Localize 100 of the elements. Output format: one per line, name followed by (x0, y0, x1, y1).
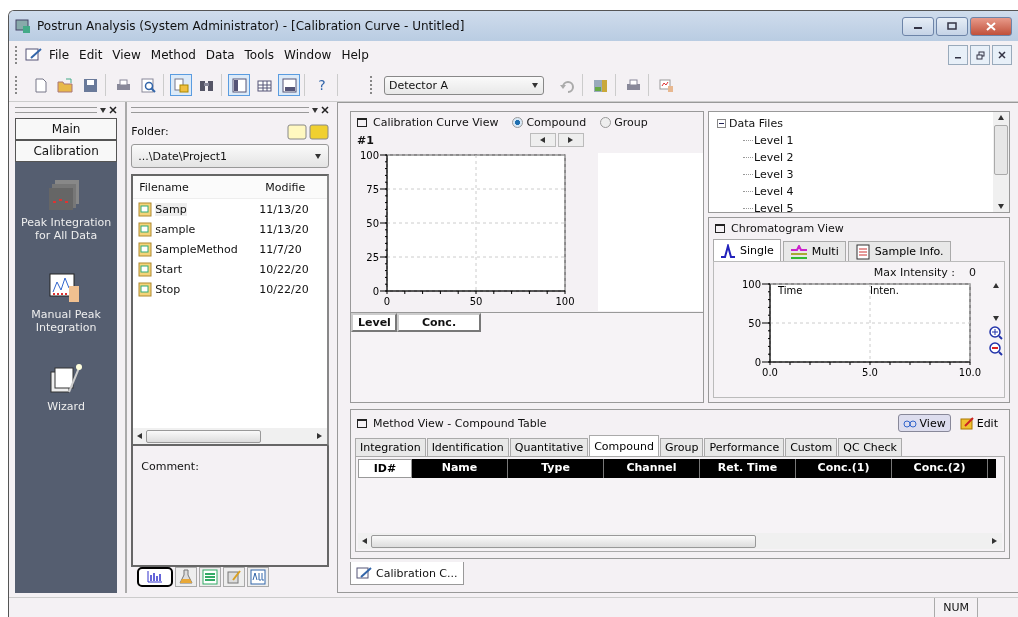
help-button[interactable]: ? (311, 74, 333, 96)
panel-icon[interactable] (228, 74, 250, 96)
arrow-down-icon[interactable] (992, 314, 1000, 322)
flask-tab-icon[interactable] (175, 567, 198, 587)
file-date: 10/22/20 (259, 262, 310, 276)
document-tab[interactable]: Calibration C... (350, 562, 464, 585)
menu-item[interactable]: Method (146, 46, 200, 64)
menu-item[interactable]: Tools (240, 46, 279, 64)
collapse-icon[interactable] (717, 119, 726, 128)
close-icon[interactable] (321, 106, 329, 114)
arrow-left-icon[interactable] (136, 432, 145, 440)
column-header[interactable]: Type (508, 459, 604, 478)
horizontal-scrollbar[interactable] (358, 533, 1002, 549)
radio-button[interactable] (512, 117, 524, 128)
peak-icon (720, 243, 736, 258)
menu-item[interactable]: Window (280, 46, 336, 64)
tree-item[interactable]: Level 5 (754, 200, 794, 217)
magic-wand-icon (49, 362, 84, 396)
column-header[interactable]: Modifie (259, 180, 320, 194)
tick-label: 50 (469, 296, 483, 307)
view-tab[interactable]: Sample Info. (847, 241, 951, 261)
arrow-down-icon[interactable] (997, 202, 1005, 210)
detector-dropdown[interactable]: Detector A (384, 75, 544, 95)
file-name[interactable]: Start (155, 262, 183, 276)
close-button[interactable] (992, 45, 1012, 65)
tab[interactable]: QC Check (838, 438, 902, 456)
minimize-button[interactable] (902, 16, 934, 36)
column-header[interactable]: Conc.(2) (892, 459, 988, 478)
horizontal-scrollbar[interactable] (133, 428, 327, 444)
column-header[interactable]: Level (351, 313, 397, 332)
tree-item[interactable]: Level 1 (754, 132, 794, 149)
column-label: Time (778, 285, 803, 296)
column-header[interactable]: Ret. Time (700, 459, 796, 478)
tick-label: 0 (754, 357, 761, 368)
arrow-up-icon[interactable] (992, 282, 1000, 290)
arrow-right-icon[interactable] (991, 537, 999, 545)
folder-dropdown[interactable]: ...\Date\Project1 (131, 144, 329, 168)
tab[interactable]: Quantitative (509, 438, 589, 456)
nav-item-label[interactable]: Wizard (47, 400, 85, 413)
tree-item[interactable]: Level 2 (754, 149, 794, 166)
menu-item[interactable]: Edit (75, 46, 107, 64)
tab[interactable]: Compound (589, 435, 659, 456)
radio-label[interactable]: Group (614, 116, 648, 129)
column-header[interactable]: Filename (133, 180, 260, 194)
all-tab-icon[interactable] (247, 567, 270, 587)
next-button[interactable] (557, 133, 584, 147)
tree-item[interactable]: Data Files (729, 115, 783, 132)
maximize-button[interactable] (936, 16, 968, 36)
chart-tab-icon[interactable] (137, 567, 174, 587)
menu-item[interactable]: View (108, 46, 145, 64)
arrow-left-icon[interactable] (361, 537, 369, 545)
edit-button[interactable]: Edit (954, 414, 1003, 432)
view-button[interactable]: View (897, 414, 951, 432)
bar-chart-icon[interactable] (278, 74, 300, 96)
nav-item-label[interactable]: Peak Integration for All Data (18, 216, 115, 242)
column-header[interactable]: Channel (604, 459, 700, 478)
zoom-out-icon[interactable] (989, 342, 1003, 356)
tab[interactable]: Integration (355, 438, 426, 456)
tab[interactable]: Custom (785, 438, 838, 456)
radio-label[interactable]: Compound (526, 116, 587, 129)
document-icon (138, 221, 153, 237)
file-name[interactable]: SampleMethod (155, 242, 238, 256)
nav-tab[interactable]: Main (15, 118, 118, 140)
tree-item[interactable]: Level 3 (754, 166, 794, 183)
column-header[interactable]: Conc. (397, 313, 481, 332)
arrow-up-icon[interactable] (997, 114, 1005, 122)
tick-label: 0 (372, 286, 379, 297)
column-header[interactable]: Name (412, 459, 508, 478)
column-header[interactable]: Conc.(1) (796, 459, 892, 478)
menu-item[interactable]: Help (337, 46, 373, 64)
files-icon[interactable] (170, 74, 192, 96)
tree-item[interactable]: Level 4 (754, 183, 794, 200)
file-name[interactable]: Stop (155, 282, 181, 296)
column-header[interactable]: ID# (358, 459, 412, 478)
restore-button[interactable] (970, 45, 990, 65)
vertical-scrollbar[interactable] (993, 112, 1009, 212)
menu-item[interactable]: Data (201, 46, 239, 64)
tab[interactable]: Performance (704, 438, 785, 456)
radio-button[interactable] (600, 117, 612, 128)
file-name[interactable]: sample (155, 222, 196, 236)
nav-item-label[interactable]: Manual Peak Integration (18, 308, 115, 334)
view-tab[interactable]: Multi (782, 241, 846, 261)
previous-button[interactable] (529, 133, 556, 147)
dropdown-icon[interactable] (311, 106, 319, 114)
menu-item[interactable]: File (45, 46, 74, 64)
view-tab[interactable]: Single (713, 239, 781, 261)
tab[interactable]: Identification (426, 438, 509, 456)
multi-peak-icon (789, 244, 808, 259)
tab[interactable]: Group (659, 438, 704, 456)
zoom-in-icon[interactable] (989, 326, 1003, 340)
nav-tab[interactable]: Calibration (15, 140, 118, 162)
dropdown-icon[interactable] (99, 106, 108, 114)
file-name[interactable]: Samp (155, 202, 187, 216)
num-lock-indicator: NUM (934, 598, 978, 617)
caret-icon (531, 81, 539, 89)
arrow-right-icon[interactable] (316, 432, 324, 440)
comment-label: Comment: (141, 460, 199, 473)
list-tab-icon[interactable] (199, 567, 222, 587)
close-icon[interactable] (109, 106, 118, 114)
close-button[interactable] (970, 16, 1012, 36)
